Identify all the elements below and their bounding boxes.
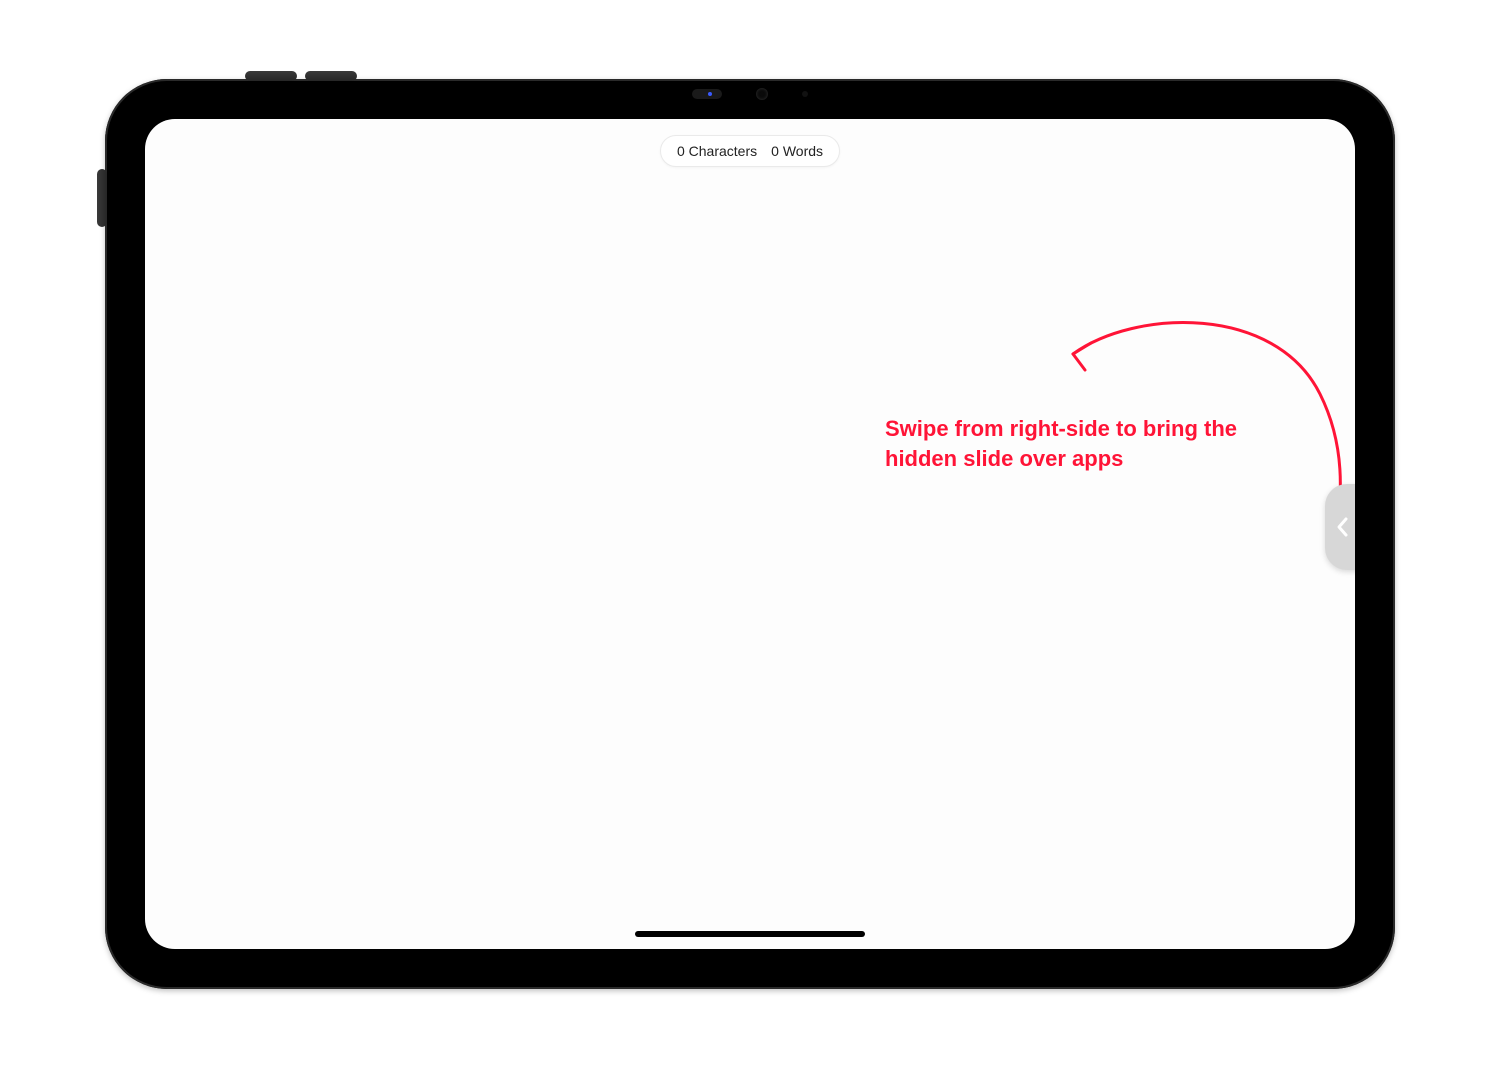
home-indicator[interactable] — [635, 931, 865, 937]
side-button — [97, 169, 107, 227]
swipe-instruction-annotation: Swipe from right-side to bring the hidde… — [885, 414, 1295, 473]
chevron-left-icon — [1335, 516, 1351, 538]
slide-over-edge-tab[interactable] — [1325, 484, 1355, 570]
volume-up-button — [245, 71, 297, 81]
characters-count-label: 0 Characters — [677, 143, 757, 159]
document-stats-pill[interactable]: 0 Characters 0 Words — [660, 135, 840, 167]
words-count-label: 0 Words — [771, 143, 823, 159]
ambient-sensor-icon — [802, 91, 808, 97]
face-id-sensor — [692, 89, 722, 99]
ipad-device-frame: 0 Characters 0 Words Swipe from right-si… — [105, 79, 1395, 989]
camera-cluster — [680, 87, 820, 101]
volume-down-button — [305, 71, 357, 81]
front-camera-icon — [756, 88, 768, 100]
ipad-screen[interactable]: 0 Characters 0 Words Swipe from right-si… — [145, 119, 1355, 949]
